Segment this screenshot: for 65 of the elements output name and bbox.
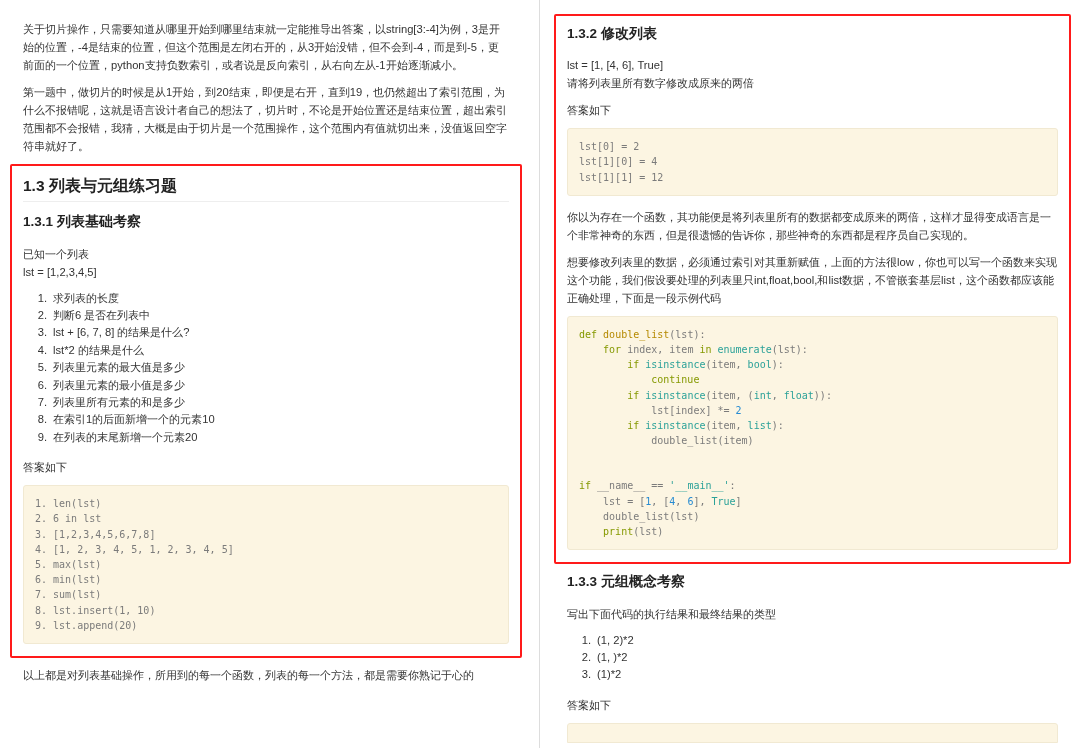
list-number: 4.	[36, 342, 48, 358]
list-number: 3.	[36, 325, 48, 341]
code-line: def double_list(lst):	[579, 327, 707, 343]
paragraph: 想要修改列表里的数据，必须通过索引对其重新赋值，上面的方法很low，你也可以写一个函数来实现这个功能，我们假设要处理的列表里只int,float,bool,和list数据，不管嵌套基层list，这个函数都应该能正确处理，下面是一段示例代码	[567, 254, 1058, 306]
code-line: print(lst)	[602, 525, 665, 540]
code-line: lst = [1, [4, 6], True]	[602, 494, 743, 509]
code-line: 2. 6 in lst	[35, 512, 103, 527]
subsection-heading: 1.3.3 元组概念考察	[567, 573, 686, 592]
paragraph: lst = [1, [4, 6], True]	[567, 58, 665, 74]
paragraph: 已知一个列表	[23, 246, 90, 262]
code-line: if isinstance(item, list):	[626, 419, 785, 434]
paragraph: 关于切片操作，只需要知道从哪里开始到哪里结束就一定能推导出答案，以string[3:-4]为例，3是开始的位置，-4是结束的位置，但这个范围是左闭右开的，从3开始没错，但不会到-4，而是到-5，更前面的一个位置，python支持负数索引，或者说是反向索引，从右向左从-1开始逐渐减小。	[23, 22, 502, 73]
list-number: 3.	[580, 667, 592, 683]
code-line: 6. min(lst)	[35, 573, 103, 588]
code-line: 5. max(lst)	[35, 557, 103, 572]
code-line: lst[1][1] = 12	[579, 170, 665, 185]
subsection-heading: 1.3.1 列表基础考察	[23, 213, 142, 232]
paragraph: lst = [1,2,3,4,5]	[23, 264, 98, 280]
code-line: if isinstance(item, (int, float)):	[626, 388, 833, 403]
code-line: lst[0] = 2	[579, 140, 641, 155]
list-item: 列表里所有元素的和是多少	[53, 394, 185, 410]
list-item: 在索引1的后面新增一个的元素10	[53, 412, 215, 428]
list-number: 6.	[36, 377, 48, 393]
paragraph: 写出下面代码的执行结果和最终结果的类型	[567, 606, 777, 622]
code-line: 1. len(lst)	[35, 497, 103, 512]
list-number: 2.	[580, 649, 592, 665]
list-number: 5.	[36, 360, 48, 376]
code-line: if isinstance(item, bool):	[626, 358, 785, 373]
list-item: 判断6 是否在列表中	[53, 307, 151, 323]
list-number: 9.	[36, 429, 48, 445]
list-item: 在列表的末尾新增一个元素20	[53, 429, 198, 445]
code-line: double_list(lst)	[602, 509, 701, 525]
list-item: 列表里元素的最小值是多少	[53, 377, 185, 393]
section-heading: 1.3 列表与元组练习题	[23, 174, 509, 203]
list-item: lst*2 的结果是什么	[53, 342, 144, 358]
paragraph: 答案如下	[567, 697, 612, 713]
code-line: if __name__ == '__main__':	[579, 479, 737, 494]
list-number: 7.	[36, 394, 48, 410]
paragraph: 答案如下	[23, 460, 68, 476]
list-number: 1.	[580, 632, 592, 648]
list-number: 8.	[36, 412, 48, 428]
list-item: (1)*2	[597, 667, 622, 683]
list-item: 求列表的长度	[53, 290, 119, 306]
list-number: 1.	[36, 290, 48, 306]
paragraph: 第一题中，做切片的时候是从1开始，到20结束，即便是右开，直到19，也仍然超出了索引范围，为什么不报错呢，这就是语言设计者自己的想法了，切片时，不论是开始位置还是结束位置，超出索引范围都不会报错，我猜，大概是由于切片是一个范围操作，这个范围内有值就切出来，没值返回空字符串就好了。	[23, 85, 508, 154]
code-line: 7. sum(lst)	[35, 588, 103, 603]
list-item: (1, )*2	[597, 649, 628, 665]
code-line: 8. lst.insert(1, 10)	[35, 603, 157, 618]
code-line: 4. [1, 2, 3, 4, 5, 1, 2, 3, 4, 5]	[35, 542, 235, 557]
list-item: (1, 2)*2	[597, 632, 634, 648]
code-line: continue	[650, 373, 701, 388]
paragraph: 你以为存在一个函数，其功能便是将列表里所有的数据都变成原来的两倍，这样才显得变成语言是一个非常神奇的东西，但是很遗憾的告诉你，那些神奇的东西都是程序员自己实现的。	[567, 209, 1052, 243]
paragraph: 请将列表里所有数字修改成原来的两倍	[567, 76, 755, 92]
code-line: lst[index] *= 2	[650, 403, 743, 418]
paragraph: 以上都是对列表基础操作，所用到的每一个函数，列表的每一个方法，都是需要你熟记于心的	[23, 668, 475, 683]
code-line: 3. [1,2,3,4,5,6,7,8]	[35, 527, 157, 542]
subsection-heading: 1.3.2 修改列表	[567, 25, 658, 43]
code-line: for index, item in enumerate(lst):	[602, 343, 809, 358]
list-number: 2.	[36, 307, 48, 323]
list-item: lst + [6, 7, 8] 的结果是什么?	[53, 325, 190, 341]
code-line: 9. lst.append(20)	[35, 618, 139, 633]
paragraph: 答案如下	[567, 103, 612, 119]
code-line: lst[1][0] = 4	[579, 155, 659, 170]
list-item: 列表里元素的最大值是多少	[53, 360, 185, 376]
code-line: double_list(item)	[650, 434, 755, 449]
